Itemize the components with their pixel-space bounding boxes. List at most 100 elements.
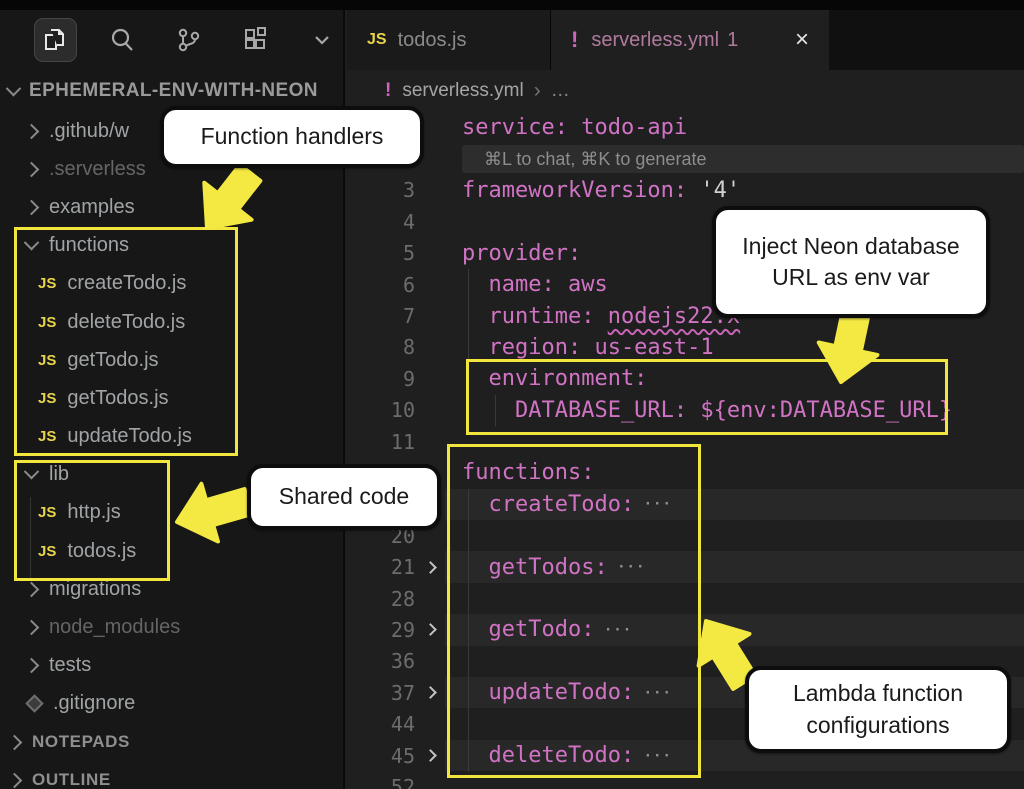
- sidebar-section-outline[interactable]: OUTLINE: [0, 761, 343, 789]
- tree-item-tests[interactable]: tests: [0, 647, 343, 685]
- line-number: 11: [345, 430, 415, 454]
- tree-item-examples[interactable]: examples: [0, 188, 343, 226]
- problem-count-badge: 1: [727, 29, 738, 52]
- line-number: 29: [345, 618, 415, 642]
- callout-function-handlers: Function handlers: [160, 106, 424, 168]
- code-token: service: todo-api: [462, 115, 687, 140]
- code-content: ⌘L to chat, ⌘K to generate: [445, 143, 1024, 174]
- tree-item-label: lib: [49, 463, 69, 486]
- source-control-icon[interactable]: [167, 18, 210, 62]
- code-line-13[interactable]: 13 createTodo: ···: [345, 489, 1024, 520]
- tree-item-gettodos-js[interactable]: JSgetTodos.js: [0, 379, 343, 417]
- tree-item-label: functions: [49, 234, 129, 257]
- chevron-right-icon: [24, 123, 40, 139]
- chevron-down-icon: [24, 464, 40, 480]
- code-line-1[interactable]: 1service: todo-api: [345, 112, 1024, 143]
- window-top-edge: [0, 0, 1024, 10]
- code-token: region: us-east-1: [462, 335, 714, 360]
- chevron-right-icon: [24, 162, 40, 178]
- code-line-9[interactable]: 9 environment:: [345, 363, 1024, 394]
- ai-hint-bar[interactable]: ⌘L to chat, ⌘K to generate: [462, 145, 1024, 173]
- code-token: getTodos:: [462, 555, 608, 580]
- line-number: 37: [345, 681, 415, 705]
- line-number: 3: [345, 178, 415, 202]
- breadcrumb-file[interactable]: serverless.yml: [402, 80, 523, 102]
- code-content: [445, 583, 1024, 614]
- tree-item-label: .gitignore: [53, 692, 135, 715]
- tree-item-todos-js[interactable]: JStodos.js: [0, 532, 343, 570]
- section-label: NOTEPADS: [32, 732, 130, 752]
- fold-gutter[interactable]: [415, 688, 445, 697]
- line-number: 10: [345, 398, 415, 422]
- callout-lambda-config: Lambda function configurations: [745, 666, 1011, 753]
- tree-item-updatetodo-js[interactable]: JSupdateTodo.js: [0, 418, 343, 456]
- tree-item-label: todos.js: [67, 540, 136, 563]
- code-token: DATABASE_URL: ${env:DATABASE_URL}: [462, 398, 952, 423]
- code-content: createTodo: ···: [445, 489, 1024, 520]
- code-token: runtime:: [462, 304, 608, 329]
- search-icon[interactable]: [101, 18, 144, 62]
- app-window: EPHEMERAL-ENV-WITH-NEON .github/w.server…: [0, 0, 1024, 789]
- tree-item-createtodo-js[interactable]: JScreateTodo.js: [0, 265, 343, 303]
- code-token: environment:: [462, 366, 647, 391]
- folded-content-dots: ···: [634, 496, 672, 512]
- folded-content-dots: ···: [634, 685, 672, 701]
- tree-item-label: http.js: [67, 501, 120, 524]
- tab-todos-js[interactable]: JS todos.js: [347, 10, 551, 70]
- js-file-icon: JS: [38, 352, 56, 369]
- code-token: updateTodo:: [462, 680, 634, 705]
- code-line-2[interactable]: 2⌘L to chat, ⌘K to generate: [345, 143, 1024, 174]
- code-line-8[interactable]: 8 region: us-east-1: [345, 332, 1024, 363]
- sidebar-section-notepads[interactable]: NOTEPADS: [0, 723, 343, 761]
- tree-item-migrations[interactable]: migrations: [0, 570, 343, 608]
- line-number: 6: [345, 273, 415, 297]
- extensions-icon[interactable]: [234, 18, 277, 62]
- explorer-icon[interactable]: [34, 18, 77, 62]
- indent-guide: [495, 395, 496, 426]
- chevron-right-icon: [7, 773, 23, 789]
- line-number: 36: [345, 649, 415, 673]
- code-token: getTodo:: [462, 617, 594, 642]
- breadcrumb[interactable]: ! serverless.yml › …: [347, 70, 1024, 112]
- fold-chevron-icon: [424, 624, 437, 637]
- tree-item-deletetodo-js[interactable]: JSdeleteTodo.js: [0, 303, 343, 341]
- tab-serverless-yml[interactable]: ! serverless.yml 1 ×: [551, 10, 829, 70]
- chevron-right-icon: [24, 200, 40, 216]
- file-tree: .github/w.serverlessexamplesfunctionsJSc…: [0, 112, 343, 723]
- code-line-29[interactable]: 29 getTodo: ···: [345, 614, 1024, 645]
- code-line-10[interactable]: 10 DATABASE_URL: ${env:DATABASE_URL}: [345, 395, 1024, 426]
- activity-bar: [0, 10, 343, 70]
- sidebar-sections: NOTEPADS OUTLINE: [0, 723, 343, 789]
- chevron-down-icon[interactable]: [300, 18, 343, 62]
- tree-item-label: node_modules: [49, 616, 180, 639]
- fold-chevron-icon: [424, 561, 437, 574]
- tree-item-label: .github/w: [49, 120, 129, 143]
- fold-chevron-icon: [424, 686, 437, 699]
- code-line-21[interactable]: 21 getTodos: ···: [345, 551, 1024, 582]
- code-line-12[interactable]: 12functions:: [345, 457, 1024, 488]
- tree-item-gettodo-js[interactable]: JSgetTodo.js: [0, 341, 343, 379]
- code-line-28[interactable]: 28: [345, 583, 1024, 614]
- tree-item-label: tests: [49, 654, 91, 677]
- callout-text: Lambda function: [793, 678, 963, 709]
- code-line-3[interactable]: 3frameworkVersion: '4': [345, 175, 1024, 206]
- warning-icon: !: [571, 27, 578, 53]
- fold-gutter[interactable]: [415, 625, 445, 634]
- tree-item-label: migrations: [49, 578, 141, 601]
- fold-gutter[interactable]: [415, 563, 445, 572]
- fold-gutter[interactable]: [415, 751, 445, 760]
- tree-item--gitignore[interactable]: .gitignore: [0, 685, 343, 723]
- code-line-20[interactable]: 20: [345, 520, 1024, 551]
- callout-text: Inject Neon database: [742, 231, 959, 262]
- close-icon[interactable]: ×: [795, 28, 809, 52]
- tree-item-functions[interactable]: functions: [0, 227, 343, 265]
- breadcrumb-more[interactable]: …: [551, 80, 572, 102]
- js-file-icon: JS: [367, 31, 387, 49]
- tree-item-label: deleteTodo.js: [67, 311, 185, 334]
- tab-label: todos.js: [398, 29, 467, 52]
- gitignore-file-icon: [25, 695, 43, 713]
- tree-item-node-modules[interactable]: node_modules: [0, 608, 343, 646]
- code-line-11[interactable]: 11: [345, 426, 1024, 457]
- line-number: 5: [345, 241, 415, 265]
- code-line-52[interactable]: 52: [345, 771, 1024, 789]
